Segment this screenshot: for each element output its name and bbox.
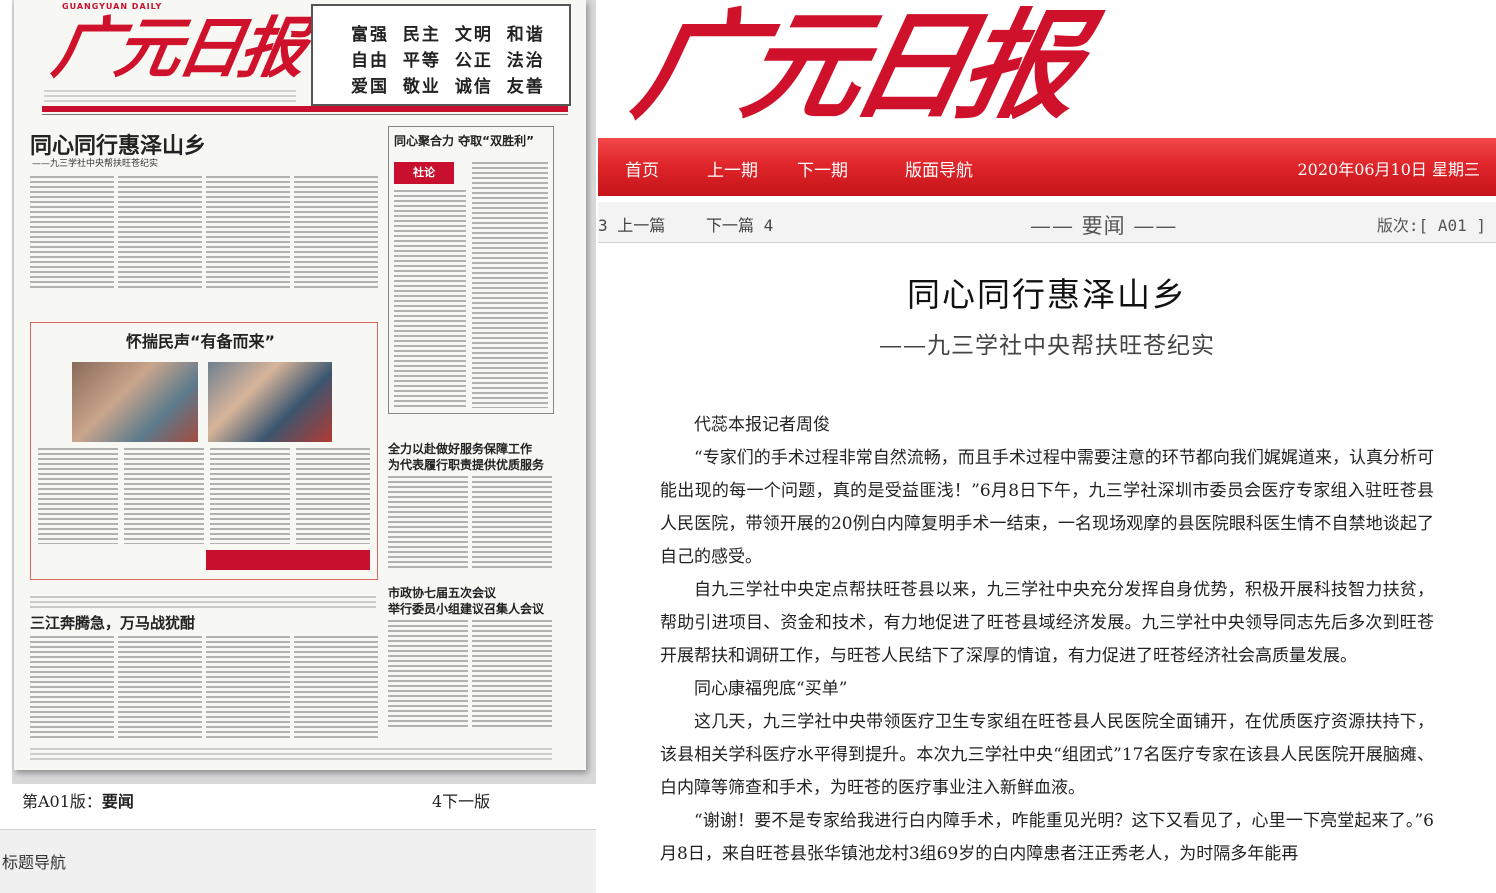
section-name: —— 要闻 ——	[1030, 214, 1178, 238]
title-navigation-label: 标题导航	[2, 853, 67, 872]
next-article-link[interactable]: 下一篇 4	[706, 212, 773, 236]
title-navigation-bar[interactable]: 标题导航	[0, 829, 596, 893]
story-headline[interactable]: 全力以赴做好服务保障工作	[388, 440, 532, 457]
footer-text	[30, 748, 552, 760]
article-paragraph: 这几天，九三学社中央带领医疗卫生专家组在旺苍县人民医院全面铺开，在优质医疗资源扶…	[660, 712, 1434, 798]
article-subtitle: ——九三学社中央帮扶旺苍纪实	[879, 333, 1215, 359]
text-block	[472, 620, 552, 730]
text-block	[118, 636, 202, 740]
masthead-red-rule	[42, 106, 568, 112]
newspaper-page-thumbnail[interactable]: GUANGYUAN DAILY 广元日报 富强 民主 文明 和谐 自由 平等 公…	[14, 0, 586, 770]
core-values-row: 爱国 敬业 诚信 友善	[351, 77, 545, 97]
previous-article-link[interactable]: 3 上一篇	[598, 212, 665, 236]
editorial-headline[interactable]: 同心聚合力 夺取“双胜利”	[394, 132, 534, 149]
text-block	[472, 476, 552, 570]
text-block	[30, 176, 114, 288]
feature-headline[interactable]: 怀揣民声“有备而来”	[126, 328, 275, 352]
masthead-logo: 广元日报	[47, 9, 309, 87]
nav-page-navigation[interactable]: 版面导航	[905, 156, 973, 181]
masthead-thin-rule	[42, 114, 568, 115]
next-page-link[interactable]: 4下一版	[432, 788, 490, 812]
news-photo	[208, 362, 332, 442]
text-block	[38, 448, 118, 544]
article-title: 同心同行惠泽山乡	[907, 275, 1187, 314]
text-block	[296, 448, 370, 544]
current-page-caption: 第A01版：要闻	[22, 788, 134, 812]
article-paragraph: 自九三学社中央定点帮扶旺苍县以来，九三学社中央充分发挥自身优势，积极开展科技智力…	[660, 580, 1434, 666]
story-headline[interactable]: 举行委员小组建议召集人会议	[388, 600, 544, 617]
page-label: 第A01版：	[22, 792, 102, 811]
text-block	[206, 176, 290, 288]
text-block	[206, 636, 290, 740]
lead-subheadline: ——九三学社中央帮扶旺苍纪实	[32, 159, 159, 169]
nav-home[interactable]: 首页	[625, 156, 659, 181]
bottom-headline[interactable]: 三江奔腾急，万马战犹酣	[30, 612, 195, 633]
core-values-row: 富强 民主 文明 和谐	[351, 25, 545, 45]
core-values-row: 自由 平等 公正 法治	[351, 51, 545, 71]
text-block	[294, 176, 378, 288]
masthead-info-line	[44, 90, 296, 102]
text-block	[30, 636, 114, 740]
article-body: 代蕊本报记者周俊 “专家们的手术过程非常自然流畅，而且手术过程中需要注意的环节都…	[660, 409, 1434, 871]
article-section-heading: 同心康福兜底“买单”	[694, 679, 848, 699]
text-block	[394, 190, 466, 408]
nav-previous-issue[interactable]: 上一期	[707, 156, 758, 181]
text-block	[388, 476, 468, 570]
page-section-name: 要闻	[101, 792, 134, 811]
main-navigation: 首页 上一期 下一期 版面导航 2020年06月10日 星期三	[598, 138, 1496, 196]
page-number: 版次:[ A01 ]	[1376, 216, 1486, 235]
text-block	[210, 448, 290, 544]
text-block	[294, 636, 378, 740]
newspaper-logo: 广元日报	[623, 0, 1085, 135]
article-paragraph: “谢谢！要不是专家给我进行白内障手术，咋能重见光明？这下又看见了，心里一下亮堂起…	[660, 811, 1434, 864]
story-headline[interactable]: 市政协七届五次会议	[388, 584, 496, 601]
story-headline[interactable]: 为代表履行职责提供优质服务	[388, 456, 544, 473]
text-block	[472, 162, 548, 408]
text-block	[118, 176, 202, 288]
ad-banner	[206, 550, 370, 570]
news-photo	[72, 362, 198, 442]
text-block	[30, 596, 376, 610]
nav-next-issue[interactable]: 下一期	[797, 156, 848, 181]
core-values-box: 富强 民主 文明 和谐 自由 平等 公正 法治 爱国 敬业 诚信 友善	[311, 4, 571, 106]
editorial-badge: 社论	[394, 162, 454, 184]
article-panel: 广元日报 首页 上一期 下一期 版面导航 2020年06月10日 星期三 3 上…	[598, 0, 1496, 892]
page-thumbnail-panel: GUANGYUAN DAILY 广元日报 富强 民主 文明 和谐 自由 平等 公…	[0, 0, 598, 893]
text-block	[124, 448, 204, 544]
article-subnav: 3 上一篇 下一篇 4 —— 要闻 —— 版次:[ A01 ]	[598, 202, 1496, 243]
issue-date: 2020年06月10日 星期三	[1297, 160, 1480, 179]
article-paragraph: “专家们的手术过程非常自然流畅，而且手术过程中需要注意的环节都向我们娓娓道来，认…	[660, 448, 1434, 567]
article-byline: 代蕊本报记者周俊	[694, 415, 830, 435]
text-block	[388, 620, 468, 730]
